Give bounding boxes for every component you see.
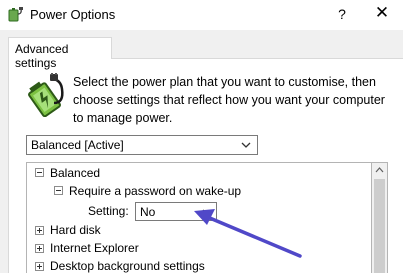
expand-icon[interactable] (35, 262, 44, 271)
tree-scrollbar[interactable] (372, 162, 388, 273)
chevron-down-icon (202, 209, 212, 215)
description-text: Select the power plan that you want to c… (73, 75, 385, 125)
collapse-icon[interactable] (54, 186, 63, 195)
tab-label: Advanced settings (15, 42, 69, 70)
power-options-icon (8, 7, 23, 22)
chevron-up-icon[interactable] (372, 163, 387, 177)
tree-node-balanced[interactable]: Balanced (50, 164, 100, 182)
setting-value: No (140, 205, 156, 219)
expand-icon[interactable] (35, 244, 44, 253)
battery-plug-icon (28, 73, 64, 117)
chevron-down-icon (241, 142, 251, 148)
window-title: Power Options (30, 7, 116, 22)
scrollbar-thumb[interactable] (374, 179, 385, 273)
power-plan-value: Balanced [Active] (31, 138, 124, 152)
power-plan-select[interactable]: Balanced [Active] (26, 135, 258, 155)
collapse-icon[interactable] (35, 168, 44, 177)
tree-node-desktop-background[interactable]: Desktop background settings (50, 257, 205, 273)
tab-advanced-settings[interactable]: Advanced settings (8, 37, 112, 70)
help-button[interactable]: ? (333, 6, 351, 22)
settings-tree: Balanced Require a password on wake-up S… (26, 162, 372, 273)
tree-node-internet-explorer[interactable]: Internet Explorer (50, 239, 139, 257)
setting-label: Setting: (88, 204, 129, 218)
expand-icon[interactable] (35, 226, 44, 235)
close-button[interactable]: ✕ (367, 3, 397, 25)
setting-select[interactable]: No (135, 202, 217, 221)
title-bar: Power Options ? ✕ (0, 0, 403, 30)
tree-node-hard-disk[interactable]: Hard disk (50, 221, 101, 239)
tree-node-password-on-wakeup[interactable]: Require a password on wake-up (69, 182, 241, 200)
